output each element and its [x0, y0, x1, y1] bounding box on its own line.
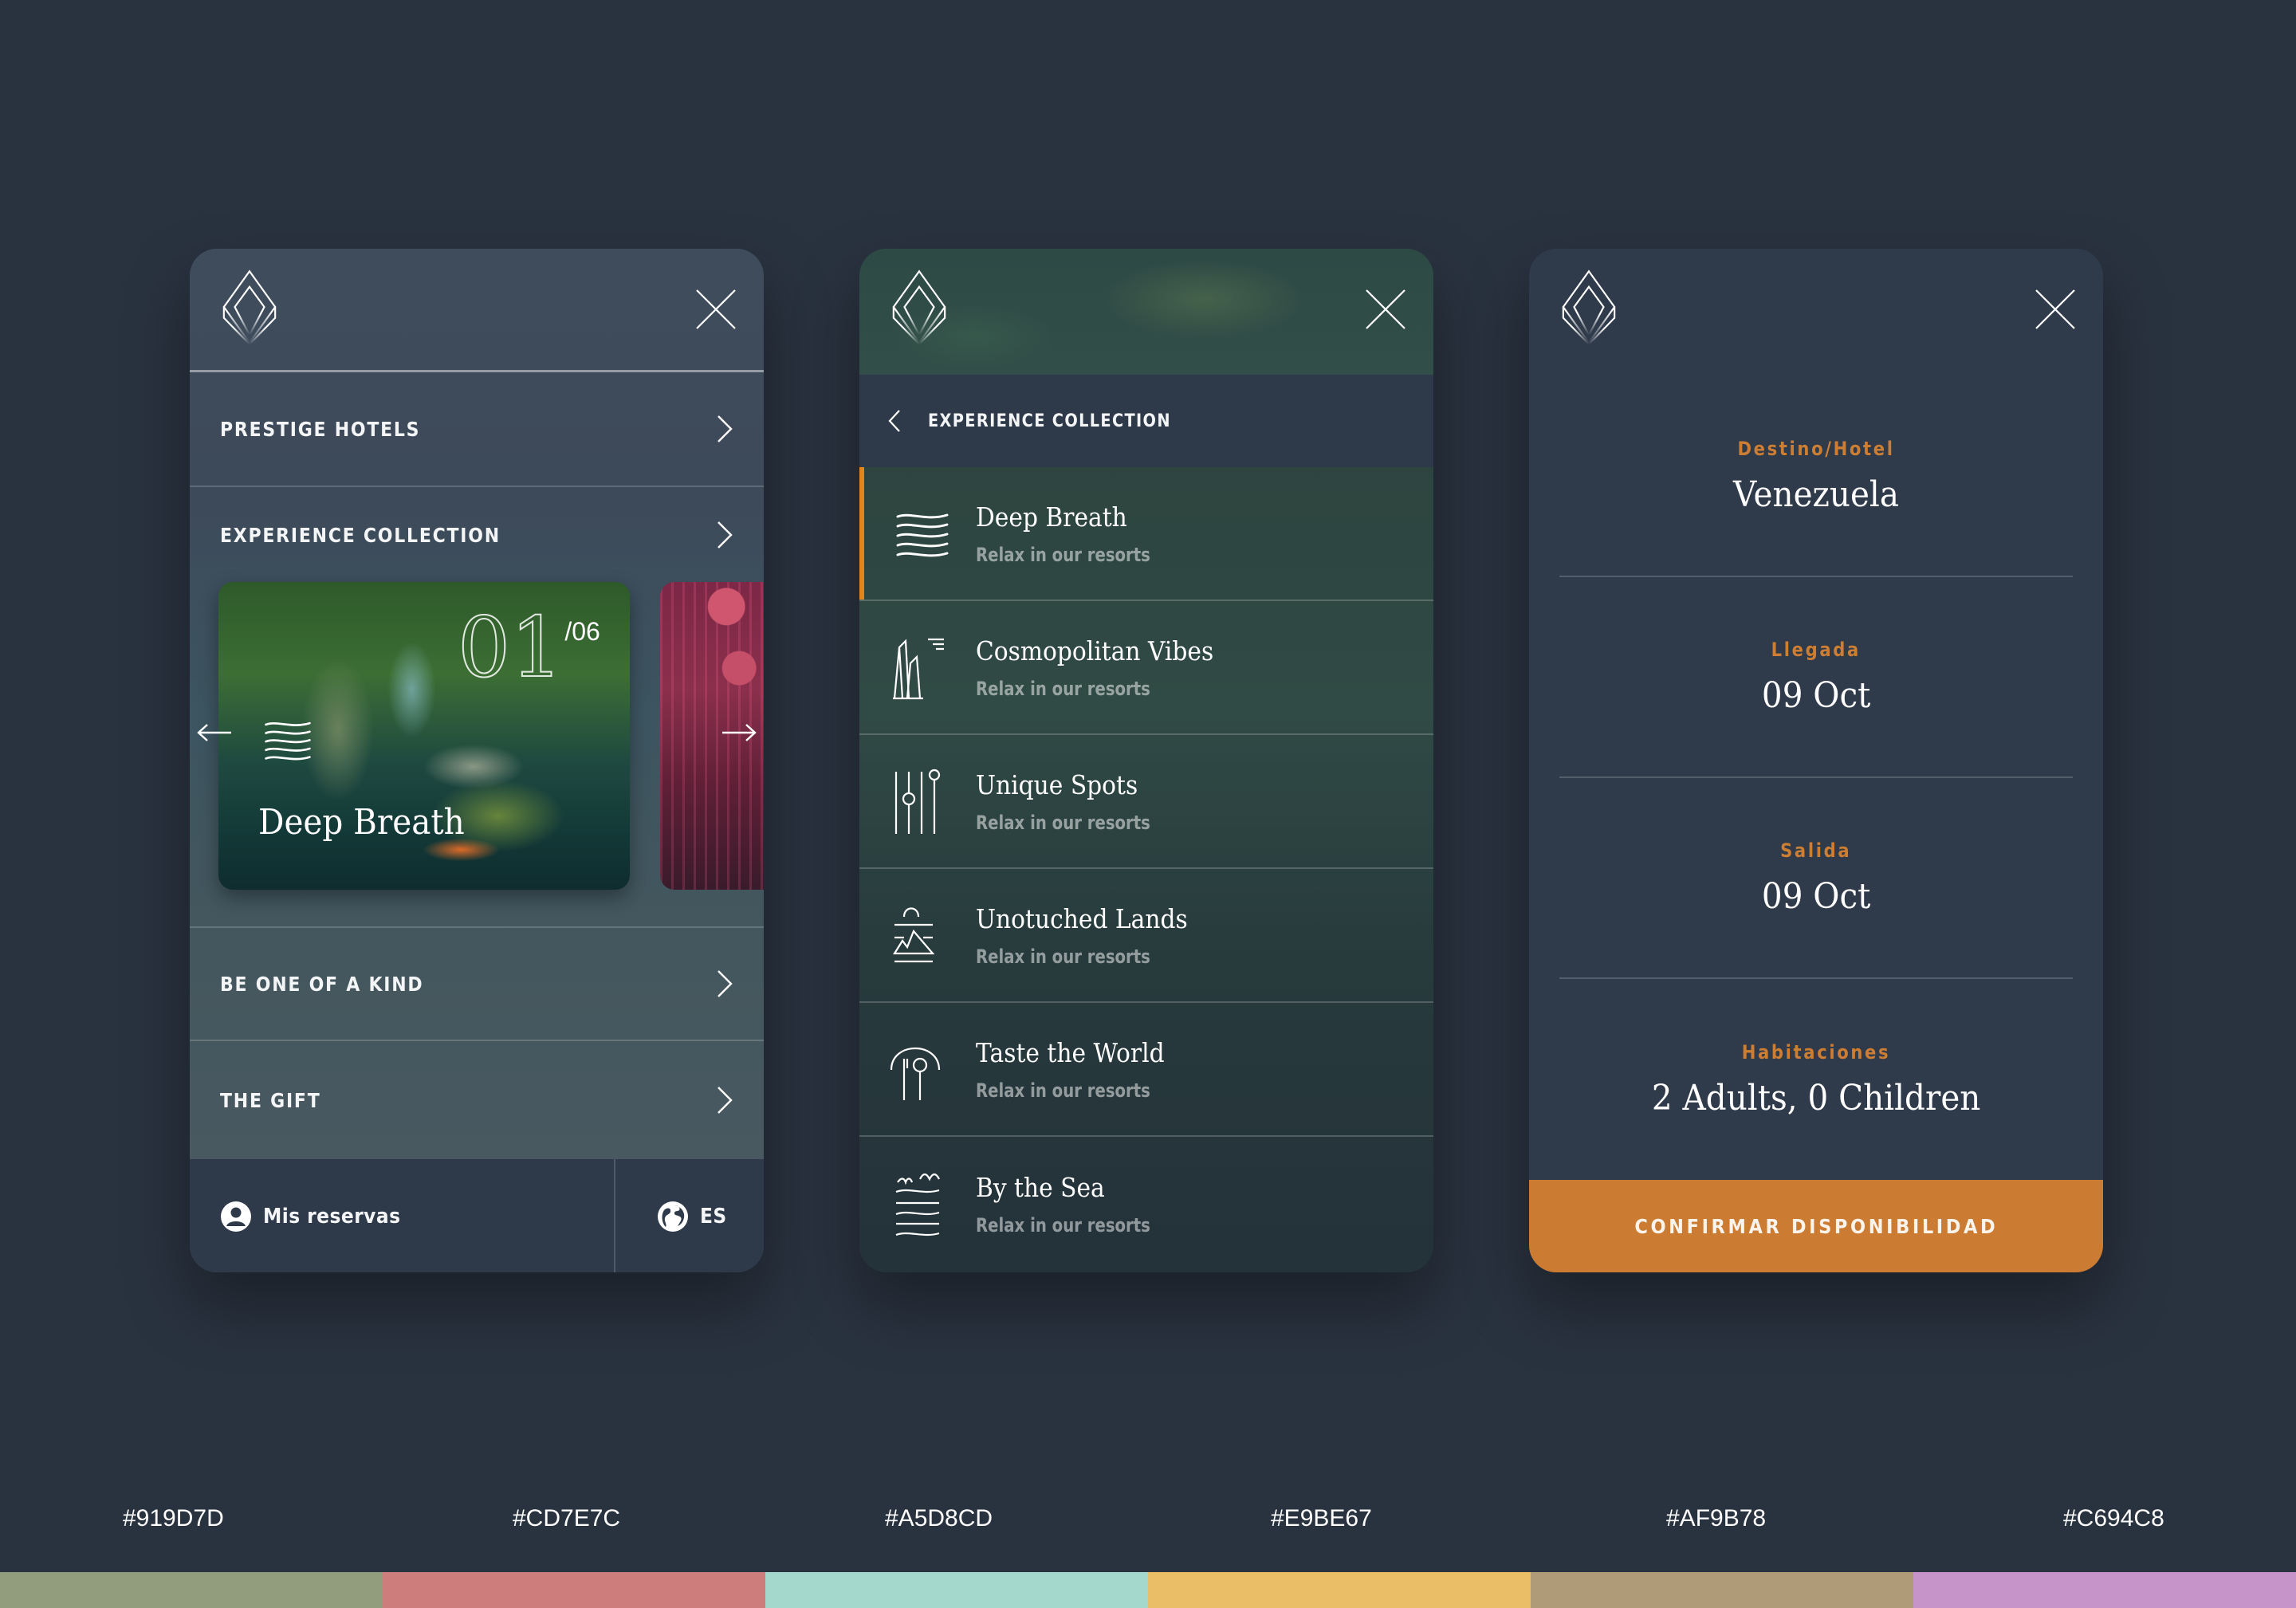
menu-item-prestige-hotels[interactable]: PRESTIGE HOTELS [190, 372, 764, 487]
mountain-sun-icon [893, 907, 935, 963]
list-item-untouched-lands[interactable]: Unotuched Lands Relax in our resorts [859, 869, 1433, 1003]
menu-item-label: EXPERIENCE COLLECTION [220, 523, 501, 547]
confirm-label: CONFIRMAR DISPONIBILIDAD [1634, 1214, 1998, 1238]
booking-panel: Destino/Hotel Venezuela Llegada 09 Oct S… [1529, 249, 2103, 1272]
chevron-right-icon [716, 415, 733, 443]
swatch-label: #AF9B78 [1666, 1505, 1767, 1531]
swatch-label: #E9BE67 [1271, 1505, 1372, 1531]
globe-icon [658, 1201, 688, 1232]
experience-subtitle: Relax in our resorts [976, 945, 1150, 968]
swatch-label: #A5D8CD [885, 1505, 993, 1531]
footer-divider [614, 1159, 615, 1272]
experience-title: Unotuched Lands [976, 902, 1188, 934]
swatch-3 [1148, 1572, 1531, 1608]
swatch-label: #C694C8 [2063, 1505, 2164, 1531]
field-value: 09 Oct [1761, 674, 1871, 716]
list-item-deep-breath[interactable]: Deep Breath Relax in our resorts [859, 467, 1433, 601]
field-value: Venezuela [1733, 474, 1899, 515]
close-icon[interactable] [1365, 289, 1406, 330]
list-item-cosmopolitan-vibes[interactable]: Cosmopolitan Vibes Relax in our resorts [859, 601, 1433, 735]
swatch-1 [383, 1572, 765, 1608]
swatch-2 [765, 1572, 1148, 1608]
experience-subtitle: Relax in our resorts [976, 811, 1150, 834]
experience-collection-panel: EXPERIENCE COLLECTION Deep Breath Relax … [859, 249, 1433, 1272]
slide-counter: 01 /06 [457, 599, 600, 696]
experience-title: Cosmopolitan Vibes [976, 635, 1214, 666]
destination-field[interactable]: Destino/Hotel Venezuela [1559, 376, 2073, 577]
menu-item-label: PRESTIGE HOTELS [220, 417, 421, 441]
swatch-5 [1913, 1572, 2296, 1608]
my-reservations-button[interactable]: Mis reservas [220, 1159, 416, 1272]
field-label: Salida [1780, 839, 1852, 862]
swatch-label: #CD7E7C [513, 1505, 621, 1531]
list-item-unique-spots[interactable]: Unique Spots Relax in our resorts [859, 735, 1433, 869]
experience-list: Deep Breath Relax in our resorts Cosmopo… [859, 467, 1433, 1272]
departure-date-field[interactable]: Salida 09 Oct [1559, 778, 2073, 979]
brand-logo-icon[interactable] [1558, 269, 1620, 348]
sea-birds-icon [895, 1173, 940, 1236]
experience-carousel[interactable]: 01 /06 Deep Breath [190, 582, 764, 925]
field-label: Destino/Hotel [1737, 437, 1895, 460]
chevron-right-icon [716, 969, 733, 998]
swatch-0 [0, 1572, 383, 1608]
close-icon[interactable] [695, 289, 737, 330]
experience-title: Unique Spots [976, 769, 1138, 800]
chevron-right-icon [716, 1086, 733, 1115]
menu-item-label: THE GIFT [220, 1088, 321, 1112]
arrival-date-field[interactable]: Llegada 09 Oct [1559, 577, 2073, 778]
brand-logo-icon[interactable] [218, 269, 281, 348]
sliders-icon [894, 769, 941, 834]
back-label: EXPERIENCE COLLECTION [928, 411, 1171, 431]
my-reservations-label: Mis reservas [263, 1205, 401, 1229]
brand-logo-icon[interactable] [888, 269, 950, 348]
language-label: ES [700, 1205, 727, 1229]
field-label: Habitaciones [1741, 1040, 1891, 1063]
waves-icon [896, 513, 949, 557]
rooms-field[interactable]: Habitaciones 2 Adults, 0 Children [1559, 979, 2073, 1180]
experience-subtitle: Relax in our resorts [976, 543, 1150, 566]
list-item-by-the-sea[interactable]: By the Sea Relax in our resorts [859, 1137, 1433, 1271]
experience-subtitle: Relax in our resorts [976, 677, 1150, 700]
language-button[interactable]: ES [657, 1159, 730, 1272]
experience-title: By the Sea [976, 1171, 1105, 1203]
chevron-left-icon [888, 410, 900, 432]
experience-subtitle: Relax in our resorts [976, 1213, 1150, 1236]
slide-total: /06 [564, 617, 600, 646]
main-menu-panel: PRESTIGE HOTELS EXPERIENCE COLLECTION 01… [190, 249, 764, 1272]
experience-subtitle: Relax in our resorts [976, 1079, 1150, 1102]
menu-footer: Mis reservas ES [190, 1158, 764, 1272]
confirm-availability-button[interactable]: CONFIRMAR DISPONIBILIDAD [1529, 1180, 2103, 1272]
back-button[interactable]: EXPERIENCE COLLECTION [859, 375, 1433, 467]
chevron-right-icon [716, 521, 733, 549]
field-value: 2 Adults, 0 Children [1651, 1077, 1981, 1119]
arrow-left-icon[interactable] [196, 722, 233, 743]
skyscrapers-icon [893, 638, 944, 700]
close-icon[interactable] [2035, 289, 2076, 330]
waves-icon [263, 718, 313, 767]
cutlery-icon [890, 1047, 941, 1100]
menu-item-label: BE ONE OF A KIND [220, 972, 424, 996]
user-icon [221, 1201, 251, 1232]
experience-title: Taste the World [976, 1036, 1165, 1068]
menu-item-the-gift[interactable]: THE GIFT [190, 1043, 764, 1158]
arrow-right-icon[interactable] [721, 722, 757, 743]
card-title: Deep Breath [258, 802, 465, 843]
menu-item-be-one-of-a-kind[interactable]: BE ONE OF A KIND [190, 926, 764, 1041]
list-item-taste-the-world[interactable]: Taste the World Relax in our resorts [859, 1003, 1433, 1137]
swatch-label: #919D7D [123, 1505, 224, 1531]
field-value: 09 Oct [1761, 875, 1871, 917]
field-label: Llegada [1771, 638, 1862, 661]
swatch-4 [1531, 1572, 1913, 1608]
menu-item-experience-collection[interactable]: EXPERIENCE COLLECTION [190, 487, 764, 583]
carousel-card-active[interactable]: 01 /06 Deep Breath [218, 582, 630, 890]
experience-title: Deep Breath [976, 501, 1127, 533]
slide-current: 01 [457, 599, 564, 696]
